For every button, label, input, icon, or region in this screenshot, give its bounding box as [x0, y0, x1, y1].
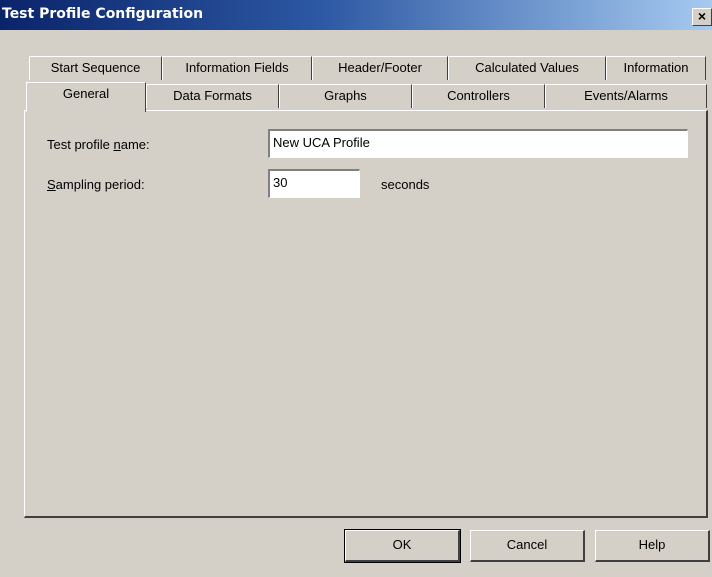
- tab-header-footer[interactable]: Header/Footer: [312, 56, 448, 80]
- tab-label: Start Sequence: [50, 60, 141, 75]
- tab-information-fields[interactable]: Information Fields: [162, 56, 312, 80]
- tab-label: Events/Alarms: [584, 88, 668, 103]
- tab-label: Information: [623, 60, 689, 75]
- tab-label: Controllers: [447, 88, 510, 103]
- help-button[interactable]: Help: [595, 530, 710, 562]
- ok-button[interactable]: OK: [344, 529, 461, 563]
- tab-start-sequence[interactable]: Start Sequence: [29, 56, 162, 80]
- sampling-unit-label: seconds: [381, 177, 430, 192]
- cancel-button[interactable]: Cancel: [470, 530, 585, 562]
- tab-label: General: [62, 86, 110, 101]
- sampling-period-value: 30: [273, 175, 288, 190]
- tab-calculated-values[interactable]: Calculated Values: [448, 56, 606, 80]
- tab-general[interactable]: General: [26, 82, 146, 112]
- window-title: Test Profile Configuration: [2, 6, 204, 22]
- title-bar[interactable]: Test Profile Configuration ×: [0, 0, 712, 30]
- close-icon: ×: [697, 8, 707, 24]
- tab-label: Graphs: [324, 88, 367, 103]
- ok-label: OK: [392, 537, 412, 552]
- close-button[interactable]: ×: [692, 8, 712, 26]
- tab-panel-general: [24, 110, 708, 518]
- tab-controllers[interactable]: Controllers: [412, 84, 545, 108]
- tab-data-formats[interactable]: Data Formats: [146, 84, 279, 108]
- sampling-period-input[interactable]: 30: [268, 169, 360, 198]
- profile-name-label: Test profile name:: [47, 137, 150, 152]
- profile-name-value: New UCA Profile: [273, 135, 370, 150]
- tab-label: Calculated Values: [475, 60, 579, 75]
- cancel-label: Cancel: [506, 537, 548, 552]
- tab-events-alarms[interactable]: Events/Alarms: [545, 84, 707, 108]
- help-label: Help: [638, 537, 666, 552]
- tab-label: Header/Footer: [338, 60, 422, 75]
- sampling-period-label: Sampling period:: [47, 177, 145, 192]
- profile-name-input[interactable]: New UCA Profile: [268, 129, 688, 158]
- tab-label: Information Fields: [185, 60, 289, 75]
- tab-information[interactable]: Information: [606, 56, 706, 80]
- tab-label: Data Formats: [173, 88, 252, 103]
- tab-graphs[interactable]: Graphs: [279, 84, 412, 108]
- dialog-window: Test Profile Configuration × Start Seque…: [0, 0, 712, 577]
